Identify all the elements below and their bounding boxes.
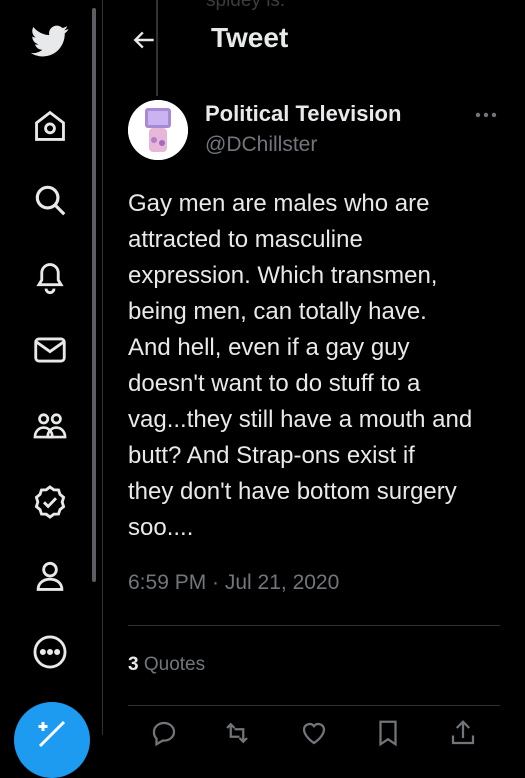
tweet-text-line: attracted to masculine <box>128 226 363 253</box>
bookmark-button[interactable] <box>370 718 406 748</box>
tweet-text-line: they don't have bottom surgery <box>128 478 457 505</box>
messages-envelope-icon[interactable] <box>30 330 70 370</box>
tweet-timestamp[interactable]: 6:59 PM · Jul 21, 2020 <box>128 571 339 595</box>
notifications-bell-icon[interactable] <box>30 256 70 296</box>
tweet-text-line: vag...they still have a mouth and <box>128 406 473 433</box>
retweet-icon <box>226 722 248 744</box>
communities-icon[interactable] <box>30 406 70 446</box>
sidebar <box>0 0 102 778</box>
tweet-text-line: And hell, even if a gay guy <box>128 334 410 361</box>
compose-tweet-button[interactable] <box>14 702 90 778</box>
back-arrow-icon <box>133 31 154 49</box>
share-button[interactable] <box>445 718 481 748</box>
author-name[interactable]: Political Television <box>205 101 401 127</box>
twitter-logo-icon[interactable] <box>30 20 70 60</box>
tweet-text-line: doesn't want to do stuff to a <box>128 370 421 397</box>
page-title: Tweet <box>211 22 289 53</box>
search-icon[interactable] <box>30 180 70 220</box>
author-handle[interactable]: @DChillster <box>205 133 317 157</box>
home-icon[interactable] <box>30 106 70 146</box>
like-button[interactable] <box>296 718 332 748</box>
avatar-image-icon <box>128 100 188 160</box>
sidebar-scrollbar[interactable] <box>92 8 96 582</box>
back-button[interactable] <box>125 22 165 58</box>
reply-icon <box>152 721 176 747</box>
divider <box>128 705 500 706</box>
tweet-text-line: soo.... <box>128 514 194 541</box>
avatar[interactable] <box>128 100 188 160</box>
tweet-text-line: expression. Which transmen, <box>128 262 438 289</box>
tweet-text: Gay men are males who are attracted to m… <box>128 186 508 546</box>
tweet-text-line: Gay men are males who are <box>128 190 430 217</box>
reply-button[interactable] <box>146 718 182 748</box>
tweet-text-line: butt? And Strap-ons exist if <box>128 442 415 469</box>
divider <box>128 625 500 626</box>
heart-icon <box>302 722 326 745</box>
more-dots-icon <box>475 112 497 118</box>
compose-tweet-icon <box>38 720 66 748</box>
bookmark-icon <box>379 720 397 747</box>
quotes-label: Quotes <box>143 654 206 675</box>
quotes-count: 3 <box>128 654 139 675</box>
verified-icon[interactable] <box>30 482 70 522</box>
profile-icon[interactable] <box>30 556 70 596</box>
tweet-detail-column: spidey is. Tweet Political Television @D… <box>103 0 525 747</box>
page-header: Tweet <box>103 0 525 80</box>
share-icon <box>451 720 475 745</box>
more-options-button[interactable] <box>471 104 501 126</box>
tweet-text-line: being men, can totally have. <box>128 298 427 325</box>
retweet-button[interactable] <box>219 718 255 748</box>
quotes-stat[interactable]: 3 Quotes <box>128 654 205 676</box>
more-circle-icon[interactable] <box>30 632 70 672</box>
